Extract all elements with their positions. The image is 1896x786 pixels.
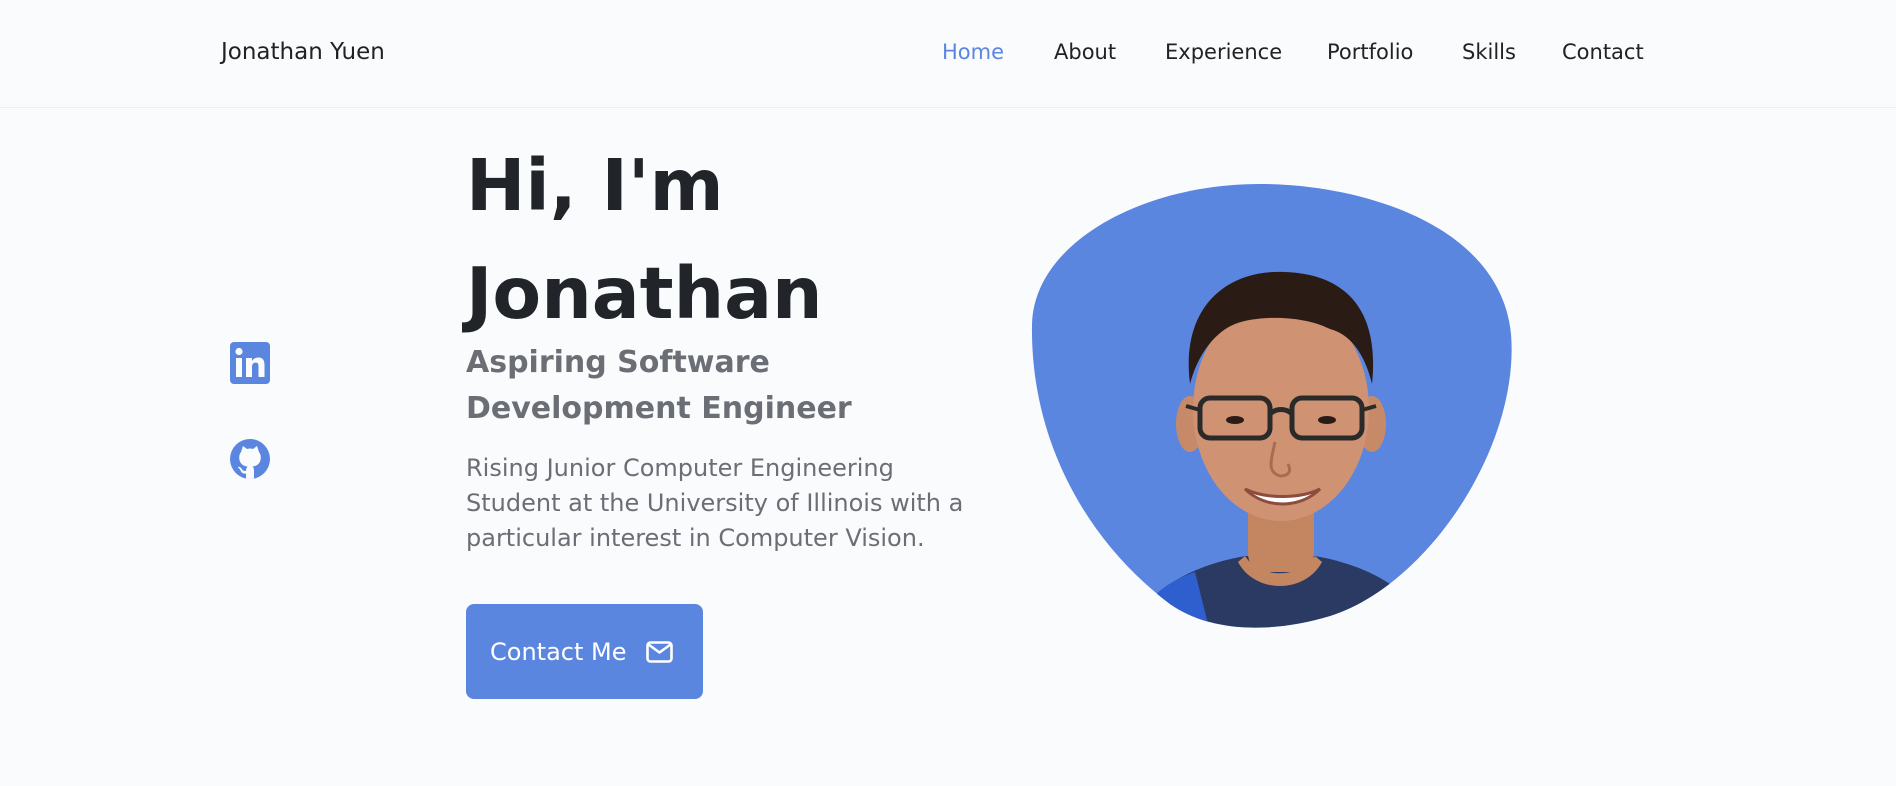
nav-item-portfolio[interactable]: Portfolio [1327,40,1413,64]
mail-icon [646,640,674,663]
nav-item-contact[interactable]: Contact [1562,40,1644,64]
linkedin-link[interactable] [230,342,270,384]
hero-subtitle: Aspiring Software Development Engineer [466,345,852,426]
hero-title-line1: Hi, I'm [466,144,724,227]
github-link[interactable] [230,438,270,480]
nav-item-about[interactable]: About [1054,40,1116,64]
hero-title-line2: Jonathan [466,252,823,335]
contact-me-label: Contact Me [490,637,627,666]
linkedin-icon [230,342,270,384]
profile-photo [1030,184,1512,636]
nav-item-home[interactable]: Home [942,40,1004,64]
github-icon [230,439,270,479]
site-header: Jonathan Yuen Home About Experience Port… [0,0,1896,108]
contact-me-button[interactable]: Contact Me [466,604,703,699]
nav-item-experience[interactable]: Experience [1165,40,1282,64]
hero-title: Hi, I'm Jonathan [466,132,823,348]
hero-description: Rising Junior Computer Engineering Stude… [466,454,964,552]
nav-item-skills[interactable]: Skills [1462,40,1516,64]
brand-logo[interactable]: Jonathan Yuen [221,39,385,65]
